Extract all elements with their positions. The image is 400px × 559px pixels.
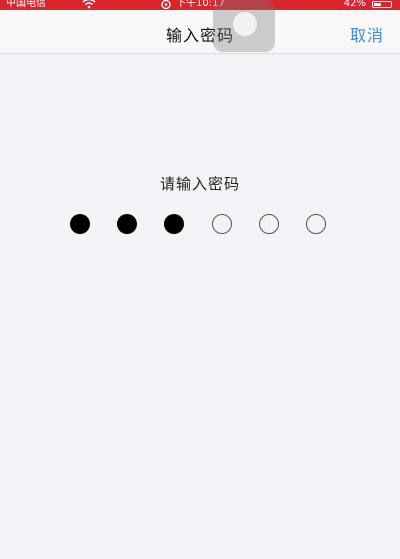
assistive-touch-button[interactable] bbox=[213, 0, 275, 52]
passcode-dot-4 bbox=[212, 214, 232, 234]
navigation-bar: 输入密码 取消 bbox=[0, 10, 400, 54]
passcode-dot-2 bbox=[117, 214, 137, 234]
status-bar: 中国电信 下午10:17 42% bbox=[0, 0, 400, 10]
battery-percent: 42% bbox=[343, 0, 366, 9]
battery-icon bbox=[372, 1, 392, 8]
wifi-icon bbox=[82, 0, 96, 10]
passcode-dot-6 bbox=[306, 214, 326, 234]
page-title: 输入密码 bbox=[165, 26, 234, 45]
passcode-dot-1 bbox=[70, 214, 90, 234]
alarm-icon bbox=[160, 0, 172, 10]
cancel-button[interactable]: 取消 bbox=[350, 22, 384, 46]
passcode-dot-5 bbox=[259, 214, 279, 234]
passcode-prompt: 请输入密码 bbox=[159, 175, 240, 193]
passcode-dots bbox=[0, 214, 400, 236]
carrier-label: 中国电信 bbox=[6, 0, 46, 9]
passcode-dot-3 bbox=[164, 214, 184, 234]
